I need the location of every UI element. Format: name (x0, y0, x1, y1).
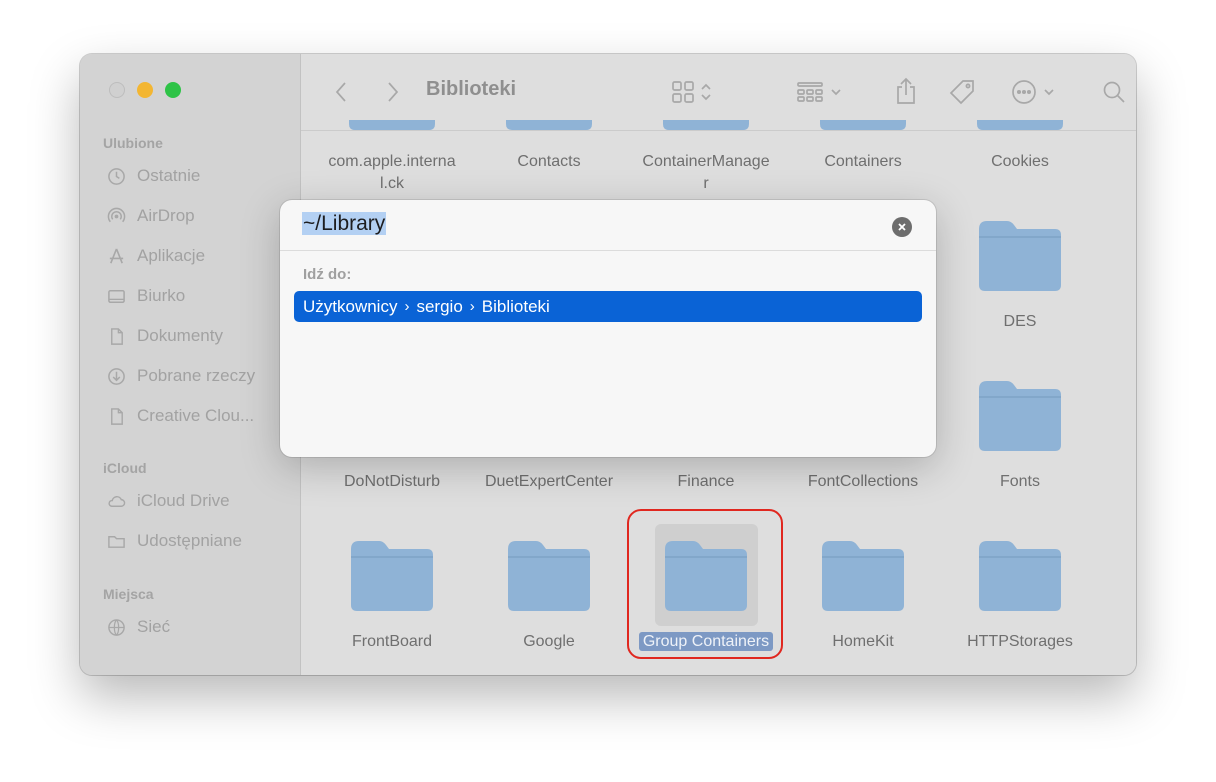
sidebar-item-creative-cloud[interactable]: Creative Clou... (106, 404, 254, 428)
close-window-button[interactable] (109, 82, 125, 98)
close-icon (898, 223, 906, 231)
share-button[interactable] (893, 76, 919, 106)
window-title: Biblioteki (426, 78, 517, 100)
view-mode-button[interactable] (667, 79, 717, 105)
tag-button[interactable] (947, 77, 977, 107)
document-icon (106, 406, 126, 426)
sidebar-item-desktop[interactable]: Biurko (106, 284, 185, 308)
group-button[interactable] (791, 79, 847, 105)
globe-icon (106, 617, 126, 637)
group-icon (797, 82, 823, 102)
clock-icon (106, 166, 126, 186)
sidebar-item-label: Udostępniane (137, 531, 242, 550)
path-part: Użytkownicy (303, 296, 398, 316)
chevron-down-icon (831, 89, 841, 96)
sidebar-item-label: Pobrane rzeczy (137, 366, 256, 385)
sidebar-section-icloud: iCloud (103, 460, 147, 476)
sidebar-item-downloads[interactable]: Pobrane rzeczy (106, 364, 255, 388)
sidebar-item-recents[interactable]: Ostatnie (106, 164, 200, 188)
path-separator: › (469, 298, 475, 315)
forward-button[interactable] (383, 80, 403, 104)
applications-icon (106, 246, 126, 266)
shared-folder-icon (106, 531, 126, 551)
sidebar-item-label: Dokumenty (137, 326, 223, 345)
sidebar-item-airdrop[interactable]: AirDrop (106, 204, 195, 228)
ellipsis-circle-icon (1012, 80, 1036, 104)
sidebar-item-label: iCloud Drive (137, 491, 230, 510)
go-to-folder-dialog: ~/Library Idź do: Użytkownicy › sergio ›… (280, 200, 936, 457)
sidebar-item-label: Aplikacje (137, 246, 206, 265)
chevron-right-icon (388, 82, 399, 102)
cloud-icon (106, 491, 126, 511)
document-icon (106, 326, 126, 346)
sidebar-item-label: Ostatnie (137, 166, 201, 185)
sidebar-item-network[interactable]: Sieć (106, 615, 170, 639)
chevron-left-icon (335, 82, 346, 102)
airdrop-icon (106, 206, 126, 226)
path-part: Biblioteki (481, 296, 550, 316)
sidebar-item-label: Creative Clou... (137, 406, 255, 425)
back-button[interactable] (331, 80, 351, 104)
sidebar: Ulubione Ostatnie AirDrop Aplikacje Biur… (80, 54, 301, 675)
minimize-window-button[interactable] (137, 82, 153, 98)
sidebar-item-label: Sieć (137, 617, 171, 636)
path-part: sergio (416, 296, 463, 316)
sidebar-item-documents[interactable]: Dokumenty (106, 324, 223, 348)
chevron-down-icon (1044, 89, 1054, 96)
goto-section-label: Idź do: (303, 266, 352, 283)
desktop-icon (106, 286, 126, 306)
tag-icon (949, 80, 974, 105)
sidebar-item-icloud-drive[interactable]: iCloud Drive (106, 489, 230, 513)
share-icon (897, 77, 915, 104)
path-separator: › (404, 298, 410, 315)
chevron-updown-icon (701, 83, 711, 101)
search-icon (1103, 81, 1125, 103)
path-input[interactable]: ~/Library (302, 212, 387, 236)
toolbar: Biblioteki (301, 54, 1136, 131)
download-icon (106, 366, 126, 386)
sidebar-item-applications[interactable]: Aplikacje (106, 244, 205, 268)
sidebar-item-shared[interactable]: Udostępniane (106, 529, 242, 553)
sidebar-section-favorites: Ulubione (103, 135, 163, 151)
path-suggestion[interactable]: Użytkownicy › sergio › Biblioteki (294, 291, 922, 322)
grid-view-icon (672, 81, 694, 103)
maximize-window-button[interactable] (165, 82, 181, 98)
sidebar-item-label: AirDrop (137, 206, 195, 225)
sidebar-item-label: Biurko (137, 286, 186, 305)
clear-input-button[interactable] (892, 217, 912, 237)
search-button[interactable] (1101, 79, 1127, 105)
sidebar-section-places: Miejsca (103, 586, 154, 602)
more-actions-button[interactable] (1007, 79, 1059, 105)
divider (280, 250, 936, 251)
